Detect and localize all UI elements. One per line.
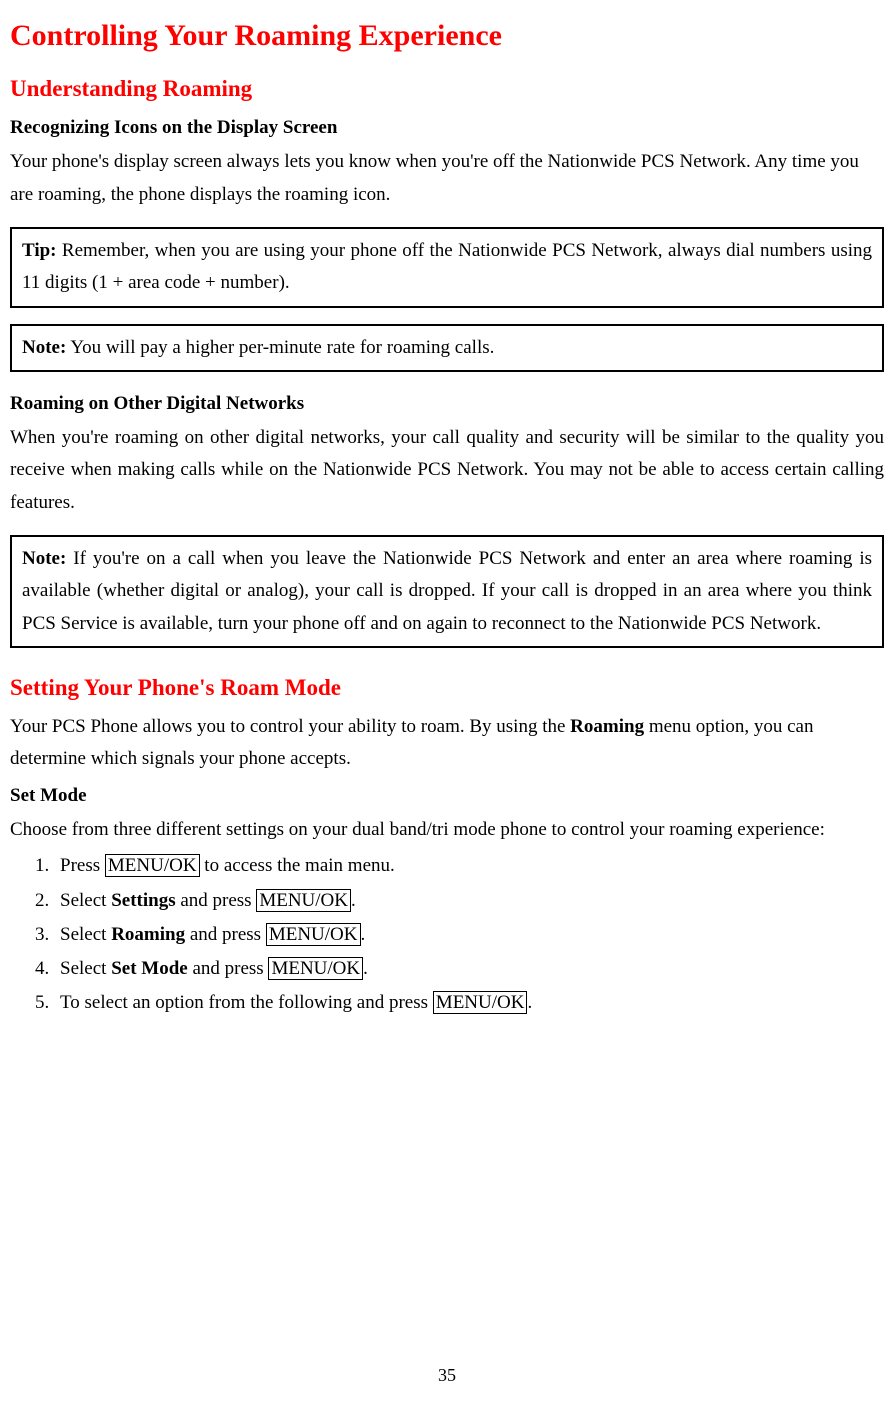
step-text: and press (176, 890, 257, 911)
paragraph-roaming-other: When you're roaming on other digital net… (10, 422, 884, 519)
subheading-set-mode: Set Mode (10, 780, 884, 812)
step-text: . (363, 958, 368, 979)
instruction-list: Press MENU/OK to access the main menu. S… (10, 850, 884, 1019)
tip-text: Remember, when you are using your phone … (22, 240, 872, 293)
step-text: and press (188, 958, 269, 979)
roam-para-bold: Roaming (570, 716, 644, 737)
keycap-menuok: MENU/OK (105, 854, 200, 877)
step-text: . (527, 992, 532, 1013)
step-bold: Settings (111, 890, 175, 911)
subheading-roaming-other: Roaming on Other Digital Networks (10, 388, 884, 420)
note-box-1: Note: You will pay a higher per-minute r… (10, 324, 884, 372)
step-text: . (361, 924, 366, 945)
list-item: Press MENU/OK to access the main menu. (54, 850, 884, 882)
step-text: to access the main menu. (200, 855, 395, 876)
step-text: Press (60, 855, 105, 876)
list-item: Select Settings and press MENU/OK. (54, 885, 884, 917)
step-text: Select (60, 924, 111, 945)
step-text: To select an option from the following a… (60, 992, 433, 1013)
list-item: To select an option from the following a… (54, 987, 884, 1019)
page-title: Controlling Your Roaming Experience (10, 10, 884, 61)
keycap-menuok: MENU/OK (268, 957, 363, 980)
section-heading-understanding: Understanding Roaming (10, 69, 884, 108)
list-item: Select Roaming and press MENU/OK. (54, 919, 884, 951)
keycap-menuok: MENU/OK (266, 923, 361, 946)
step-text: Select (60, 958, 111, 979)
step-bold: Roaming (111, 924, 185, 945)
note-text-1: You will pay a higher per-minute rate fo… (66, 337, 494, 358)
subheading-recognizing-icons: Recognizing Icons on the Display Screen (10, 112, 884, 144)
note-label-1: Note: (22, 337, 66, 358)
note-box-2: Note: If you're on a call when you leave… (10, 535, 884, 648)
keycap-menuok: MENU/OK (256, 889, 351, 912)
note-text-2: If you're on a call when you leave the N… (22, 548, 872, 634)
step-text: Select (60, 890, 111, 911)
page-number: 35 (10, 1360, 884, 1391)
keycap-menuok: MENU/OK (433, 991, 528, 1014)
step-bold: Set Mode (111, 958, 188, 979)
list-item: Select Set Mode and press MENU/OK. (54, 953, 884, 985)
step-text: . (351, 890, 356, 911)
note-label-2: Note: (22, 548, 66, 569)
paragraph-recognizing-icons: Your phone's display screen always lets … (10, 146, 884, 211)
tip-box: Tip: Remember, when you are using your p… (10, 227, 884, 308)
section-heading-setting-roam: Setting Your Phone's Roam Mode (10, 668, 884, 707)
paragraph-set-mode: Choose from three different settings on … (10, 814, 884, 846)
tip-label: Tip: (22, 240, 57, 261)
step-text: and press (185, 924, 266, 945)
roam-para-pre: Your PCS Phone allows you to control you… (10, 716, 570, 737)
paragraph-roam-mode: Your PCS Phone allows you to control you… (10, 711, 884, 776)
